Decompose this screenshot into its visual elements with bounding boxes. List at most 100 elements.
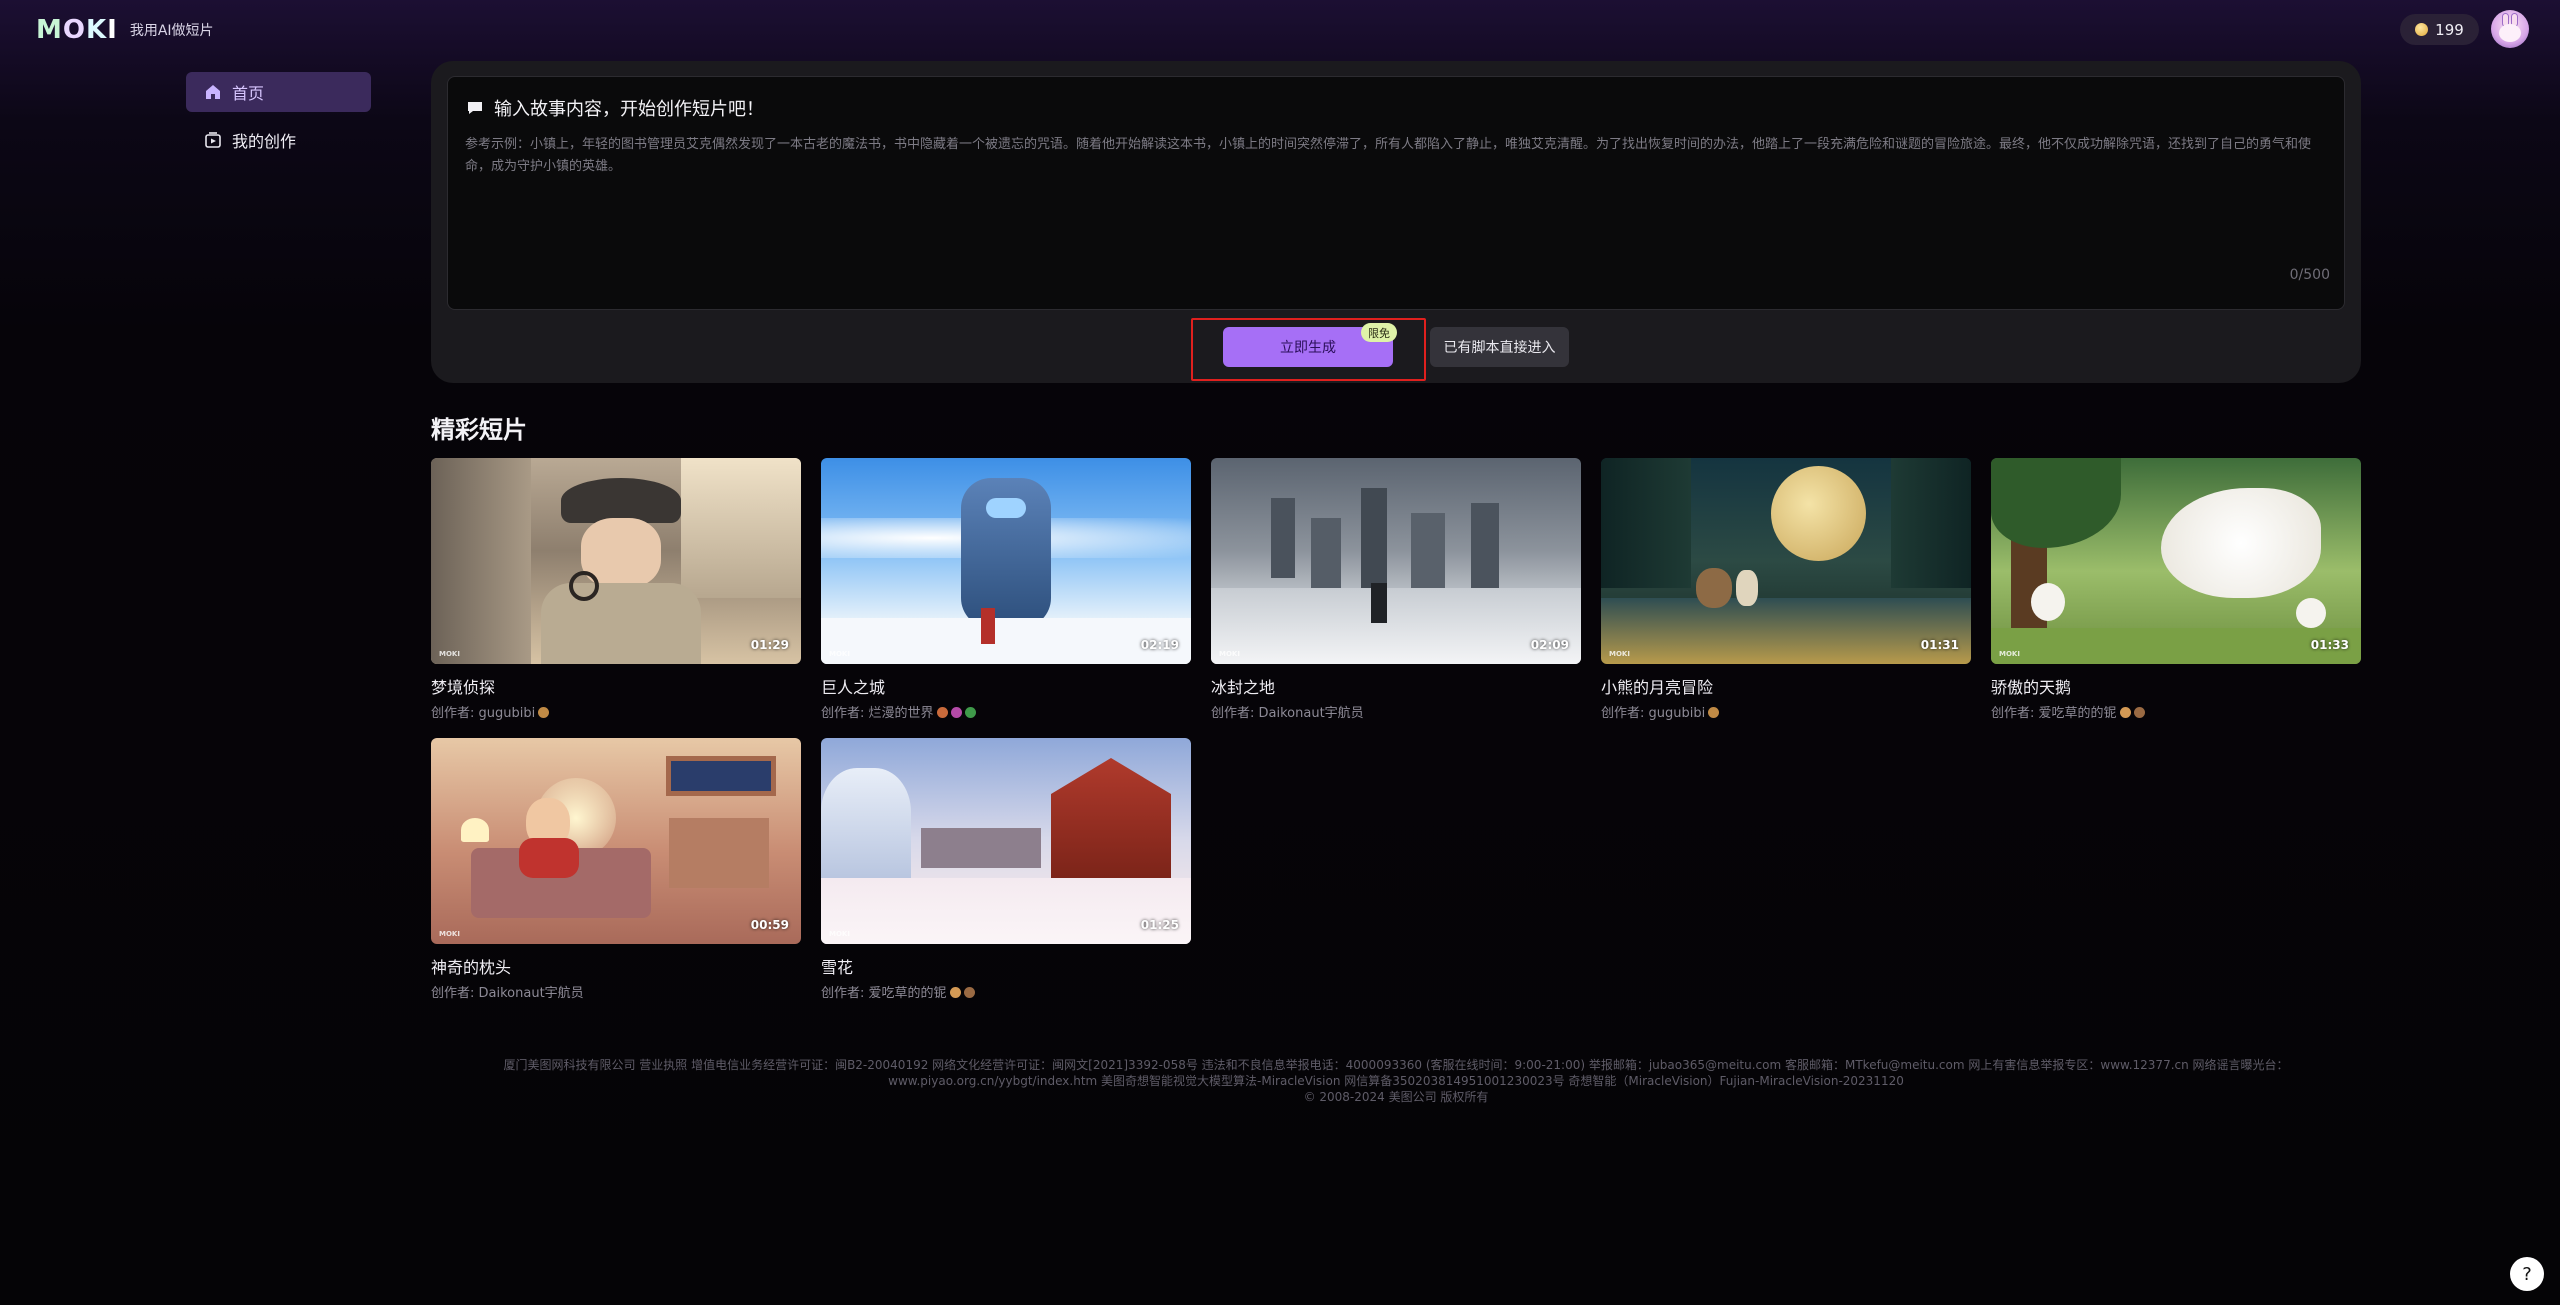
sidebar-item-home[interactable]: 首页 bbox=[186, 72, 371, 112]
video-author: 创作者: gugubibi bbox=[1601, 702, 1971, 721]
sidebar-item-label: 我的创作 bbox=[232, 132, 297, 151]
author-name: 创作者: Daikonaut宇航员 bbox=[431, 986, 584, 1001]
logo-letter: M bbox=[36, 15, 63, 45]
home-icon bbox=[206, 85, 220, 99]
lake-reflection bbox=[1601, 598, 1971, 664]
emoji-icon bbox=[538, 707, 550, 718]
video-watermark: MOKI bbox=[439, 930, 460, 938]
top-header: MOKI 我用AI做短片 199 bbox=[0, 0, 2560, 60]
snow-ground bbox=[821, 618, 1191, 664]
video-thumbnail[interactable]: MOKI 01:29 bbox=[431, 458, 801, 664]
tree-foliage bbox=[1991, 458, 2121, 548]
video-card[interactable]: MOKI 01:33 骄傲的天鹅 创作者: 爱吃草的的铌 bbox=[1991, 458, 2361, 721]
author-name: 创作者: gugubibi bbox=[1601, 706, 1706, 721]
video-author: 创作者: Daikonaut宇航员 bbox=[1211, 702, 1581, 721]
author-name: 创作者: Daikonaut宇航员 bbox=[1211, 706, 1364, 721]
video-watermark: MOKI bbox=[1999, 650, 2020, 658]
video-card[interactable]: MOKI 02:19 巨人之城 创作者: 烂漫的世界 bbox=[821, 458, 1191, 721]
logo-slogan: 我用AI做短片 bbox=[129, 23, 214, 39]
street-backdrop bbox=[431, 458, 531, 664]
video-watermark: MOKI bbox=[439, 650, 460, 658]
video-watermark: MOKI bbox=[1609, 650, 1630, 658]
video-thumbnail[interactable]: MOKI 00:59 bbox=[431, 738, 801, 944]
street-houses bbox=[921, 828, 1041, 868]
video-thumbnail[interactable]: MOKI 01:33 bbox=[1991, 458, 2361, 664]
lamp bbox=[461, 818, 489, 842]
video-duration: 01:33 bbox=[2310, 638, 2349, 652]
story-input[interactable]: 输入故事内容，开始创作短片吧！ 参考示例：小镇上，年轻的图书管理员艾克偶然发现了… bbox=[447, 76, 2345, 310]
free-badge: 限免 bbox=[1361, 323, 1397, 342]
girl-figure bbox=[981, 608, 995, 644]
video-title: 骄傲的天鹅 bbox=[1991, 678, 2072, 697]
video-title: 神奇的枕头 bbox=[431, 958, 512, 977]
video-duration: 02:09 bbox=[1530, 638, 1569, 652]
video-duration: 00:59 bbox=[750, 918, 789, 932]
site-footer: 厦门美图网科技有限公司 营业执照 增值电信业务经营许可证：闽B2-2004019… bbox=[431, 1057, 2361, 1105]
window-light bbox=[681, 458, 801, 598]
detective-hat bbox=[561, 478, 681, 523]
logo-letter: O bbox=[62, 15, 86, 45]
emoji-icon bbox=[2119, 707, 2131, 718]
small-swan bbox=[2031, 583, 2065, 621]
video-thumbnail[interactable]: MOKI 02:09 bbox=[1211, 458, 1581, 664]
sidebar-item-my-works[interactable]: 我的创作 bbox=[186, 120, 371, 160]
video-author: 创作者: 爱吃草的的铌 bbox=[821, 982, 1191, 1001]
logo[interactable]: MOKI 我用AI做短片 bbox=[36, 15, 214, 45]
proud-swan bbox=[2161, 488, 2321, 598]
author-name: 创作者: 爱吃草的的铌 bbox=[821, 986, 947, 1001]
author-name: 创作者: 爱吃草的的铌 bbox=[1991, 706, 2117, 721]
ruined-tower bbox=[1311, 518, 1341, 588]
footer-copyright: © 2008-2024 美图公司 版权所有 bbox=[1303, 1090, 1489, 1104]
logo-letter: K bbox=[85, 15, 108, 45]
footer-line: www.piyao.org.cn/yybgt/index.htm 美图奇想智能视… bbox=[888, 1074, 1904, 1088]
child-body bbox=[519, 838, 579, 878]
video-thumbnail[interactable]: MOKI 01:25 bbox=[821, 738, 1191, 944]
footer-line: 厦门美图网科技有限公司 营业执照 增值电信业务经营许可证：闽B2-2004019… bbox=[503, 1058, 2289, 1072]
emoji-icon bbox=[2133, 707, 2145, 718]
enter-with-script-button[interactable]: 已有脚本直接进入 bbox=[1430, 327, 1569, 367]
video-card[interactable]: MOKI 02:09 冰封之地 创作者: Daikonaut宇航员 bbox=[1211, 458, 1581, 721]
bunny-face bbox=[2499, 24, 2521, 42]
video-title: 梦境侦探 bbox=[431, 678, 496, 697]
video-watermark: MOKI bbox=[829, 930, 850, 938]
window bbox=[666, 756, 776, 796]
video-author: 创作者: 烂漫的世界 bbox=[821, 702, 1191, 721]
snowy-street bbox=[821, 878, 1191, 944]
magnifier bbox=[569, 571, 599, 601]
emoji-icon bbox=[936, 707, 948, 718]
lone-figure bbox=[1371, 583, 1387, 623]
frozen-ground bbox=[1211, 588, 1581, 664]
video-card[interactable]: MOKI 00:59 神奇的枕头 创作者: Daikonaut宇航员 bbox=[431, 738, 801, 1001]
video-thumbnail[interactable]: MOKI 01:31 bbox=[1601, 458, 1971, 664]
video-title: 巨人之城 bbox=[821, 678, 886, 697]
character-counter: 0/500 bbox=[2289, 267, 2330, 283]
video-card[interactable]: MOKI 01:25 雪花 创作者: 爱吃草的的铌 bbox=[821, 738, 1191, 1001]
ruined-tower bbox=[1361, 488, 1387, 588]
avatar[interactable] bbox=[2491, 10, 2529, 48]
video-author: 创作者: Daikonaut宇航员 bbox=[431, 982, 801, 1001]
video-duration: 01:31 bbox=[1920, 638, 1959, 652]
emoji-icon bbox=[949, 987, 961, 998]
video-watermark: MOKI bbox=[1219, 650, 1240, 658]
help-button[interactable]: ? bbox=[2510, 1257, 2544, 1291]
ruined-tower bbox=[1411, 513, 1445, 588]
gallery-title: 精彩短片 bbox=[431, 416, 527, 444]
emoji-icon bbox=[963, 987, 975, 998]
red-house bbox=[1051, 758, 1171, 878]
emoji-icon bbox=[964, 707, 976, 718]
video-thumbnail[interactable]: MOKI 02:19 bbox=[821, 458, 1191, 664]
my-works-icon bbox=[205, 132, 221, 148]
sidebar-item-label: 首页 bbox=[232, 84, 265, 103]
coin-balance[interactable]: 199 bbox=[2400, 14, 2479, 45]
video-duration: 01:25 bbox=[1140, 918, 1179, 932]
video-card[interactable]: MOKI 01:29 梦境侦探 创作者: gugubibi bbox=[431, 458, 801, 721]
example-placeholder: 参考示例：小镇上，年轻的图书管理员艾克偶然发现了一本古老的魔法书，书中隐藏着一个… bbox=[465, 137, 2312, 174]
grass-ground bbox=[1991, 628, 2361, 664]
ruined-tower bbox=[1271, 498, 1295, 578]
video-title: 小熊的月亮冒险 bbox=[1601, 678, 1714, 697]
video-card[interactable]: MOKI 01:31 小熊的月亮冒险 创作者: gugubibi bbox=[1601, 458, 1971, 721]
dresser bbox=[669, 818, 769, 888]
video-watermark: MOKI bbox=[829, 650, 850, 658]
author-name: 创作者: gugubibi bbox=[431, 706, 536, 721]
author-name: 创作者: 烂漫的世界 bbox=[821, 706, 934, 721]
